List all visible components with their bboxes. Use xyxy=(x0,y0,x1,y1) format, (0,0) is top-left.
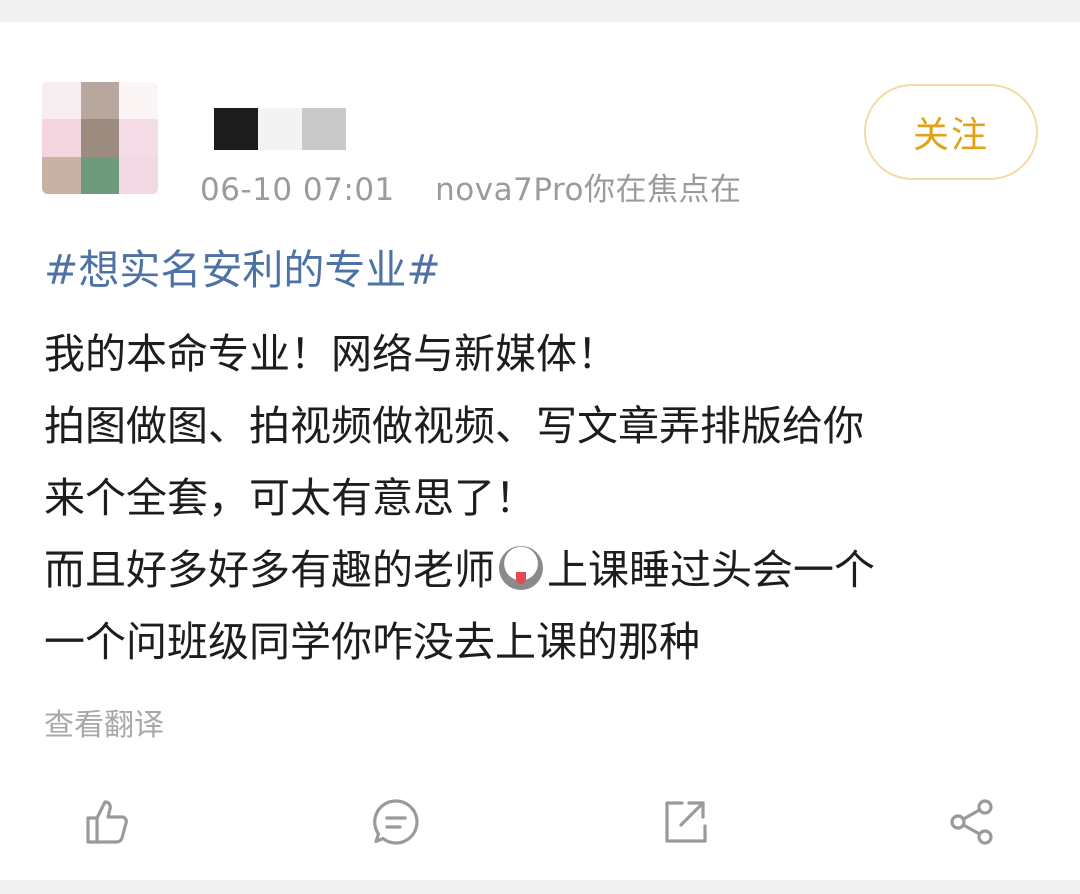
post-meta: 06-10 07:01 nova7Pro你在焦点在 xyxy=(200,164,742,209)
thumbs-up-icon xyxy=(86,800,128,844)
post-card: 06-10 07:01 nova7Pro你在焦点在 关注 #想实名安利的专业# … xyxy=(0,22,1080,880)
husky-emoji-icon xyxy=(499,546,543,590)
body-line: 我的本命专业！网络与新媒体！ xyxy=(44,330,618,378)
body-line-part: 上课睡过头会一个 xyxy=(547,546,875,594)
share-nodes-icon xyxy=(950,799,993,845)
comment-button[interactable] xyxy=(366,792,426,852)
share-button[interactable] xyxy=(942,792,1002,852)
body-line: 来个全套，可太有意思了！ xyxy=(44,474,536,522)
post-device: nova7Pro你在焦点在 xyxy=(435,172,742,208)
translate-link[interactable]: 查看翻译 xyxy=(44,700,164,744)
body-line: 而且好多好多有趣的老师 上课睡过头会一个 xyxy=(44,534,1044,606)
repost-button[interactable] xyxy=(654,792,714,852)
body-line: 拍图做图、拍视频做视频、写文章弄排版给你 xyxy=(44,402,864,450)
post-content: #想实名安利的专业# 我的本命专业！网络与新媒体！ 拍图做图、拍视频做视频、写文… xyxy=(44,240,1044,678)
body-line-part: 而且好多好多有趣的老师 xyxy=(44,546,495,594)
body-line: 一个问班级同学你咋没去上课的那种 xyxy=(44,618,700,666)
follow-button[interactable]: 关注 xyxy=(864,84,1038,180)
share-external-icon xyxy=(665,801,707,843)
post-time: 06-10 07:01 xyxy=(200,172,395,208)
username-blurred[interactable] xyxy=(214,108,346,150)
like-button[interactable] xyxy=(78,792,138,852)
comment-icon xyxy=(373,799,419,845)
action-bar xyxy=(0,792,1080,856)
topic-link[interactable]: #想实名安利的专业# xyxy=(44,240,1044,300)
avatar[interactable] xyxy=(42,82,158,194)
